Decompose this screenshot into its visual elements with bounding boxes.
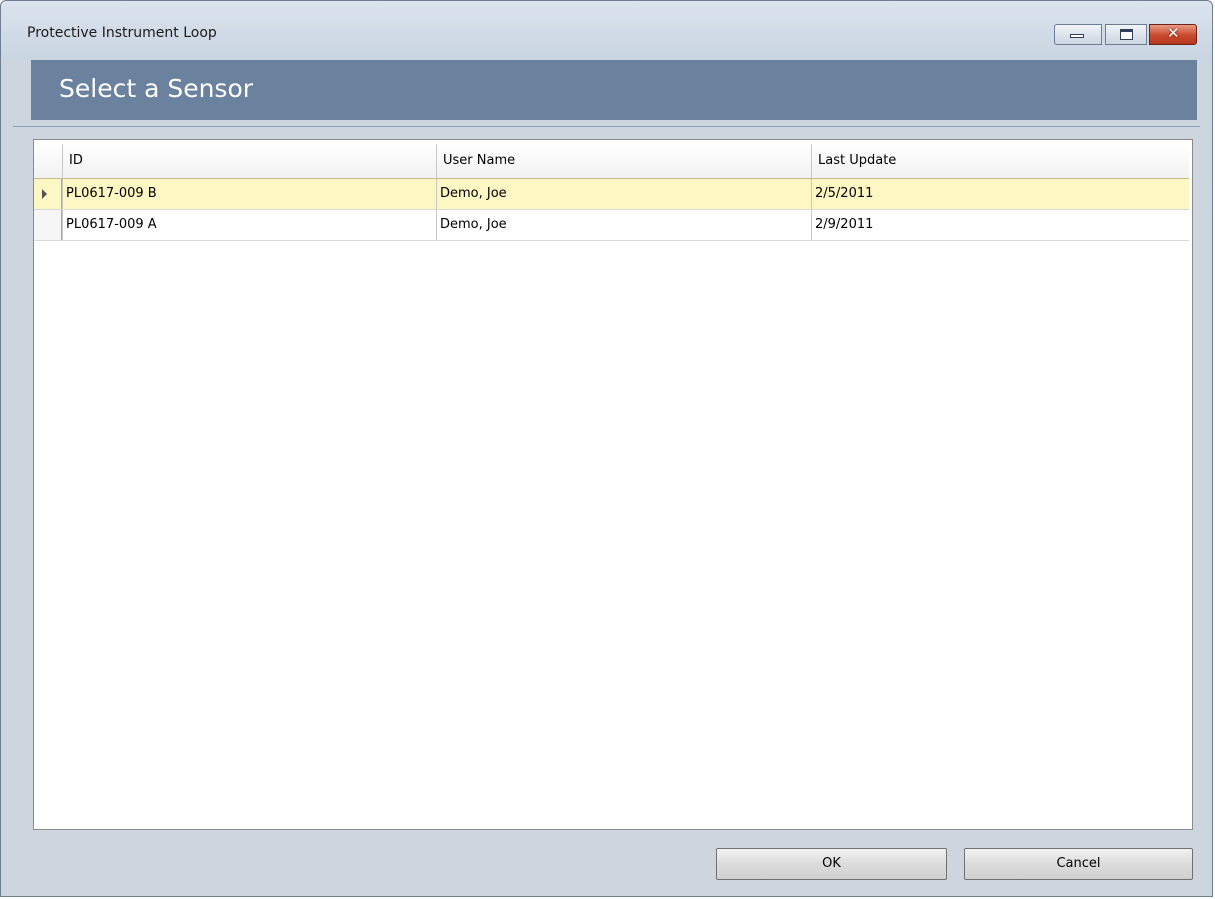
current-row-arrow-icon [42,189,47,199]
minimize-button[interactable] [1054,24,1102,45]
close-icon: ✕ [1167,24,1180,42]
divider [13,126,1200,127]
header-banner: Select a Sensor [31,60,1197,120]
column-header-last-update[interactable]: Last Update [811,144,1189,178]
minimize-icon [1070,34,1084,38]
table-row[interactable]: PL0617-009 B Demo, Joe 2/5/2011 [34,179,1189,210]
title-bar[interactable]: Protective Instrument Loop ✕ [1,1,1212,59]
cell-id[interactable]: PL0617-009 A [62,210,436,240]
cancel-button[interactable]: Cancel [964,848,1193,880]
dialog-window: Protective Instrument Loop ✕ Select a Se… [0,0,1213,897]
column-header-id[interactable]: ID [62,144,436,178]
cell-user-name[interactable]: Demo, Joe [436,179,811,209]
cell-last-update[interactable]: 2/5/2011 [811,179,1189,209]
row-indicator[interactable] [34,210,62,240]
maximize-icon [1120,29,1133,40]
table-row[interactable]: PL0617-009 A Demo, Joe 2/9/2011 [34,210,1189,241]
cell-user-name[interactable]: Demo, Joe [436,210,811,240]
row-indicator[interactable] [34,179,62,209]
grid-header: ID User Name Last Update [34,144,1189,180]
column-header-user-name[interactable]: User Name [436,144,811,178]
cell-id[interactable]: PL0617-009 B [62,179,436,209]
close-button[interactable]: ✕ [1149,24,1197,45]
sensor-grid[interactable]: ID User Name Last Update PL0617-009 B De… [33,139,1193,830]
cell-last-update[interactable]: 2/9/2011 [811,210,1189,240]
window-title: Protective Instrument Loop [27,25,217,41]
page-title: Select a Sensor [59,74,254,103]
ok-button[interactable]: OK [716,848,947,880]
maximize-button[interactable] [1105,24,1147,45]
header-indicator-cell [34,144,62,178]
